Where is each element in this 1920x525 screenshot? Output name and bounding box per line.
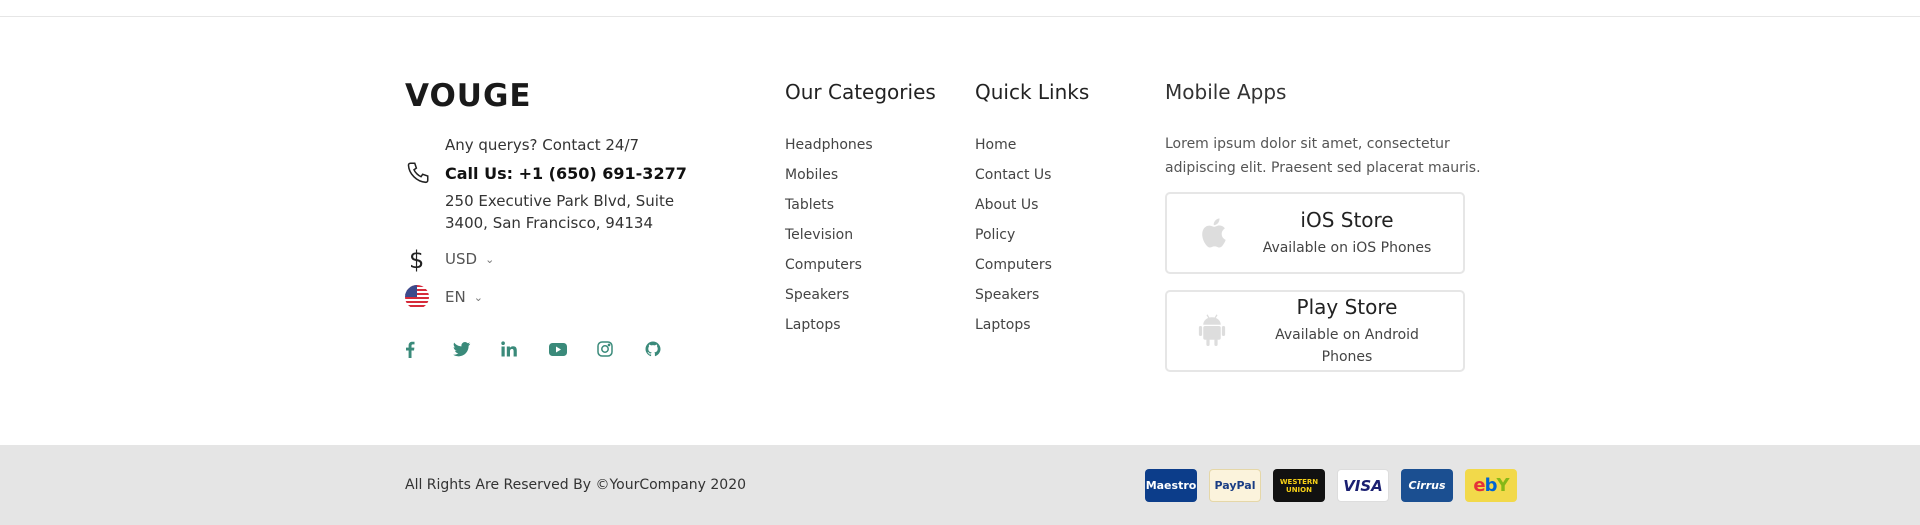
ios-store-button[interactable]: iOS Store Available on iOS Phones xyxy=(1165,192,1465,274)
quick-link[interactable]: About Us xyxy=(975,196,1155,214)
ebay-icon: ebY xyxy=(1465,469,1517,502)
language-selector[interactable]: EN ⌄ xyxy=(405,284,765,310)
play-store-name: Play Store xyxy=(1296,295,1398,319)
svg-text:$: $ xyxy=(409,246,424,272)
phone-icon xyxy=(405,132,445,190)
maestro-icon: Maestro xyxy=(1145,469,1197,502)
linkedin-icon[interactable] xyxy=(501,338,549,360)
github-icon[interactable] xyxy=(645,338,693,360)
dollar-icon: $ xyxy=(405,246,445,272)
quick-link[interactable]: Laptops xyxy=(975,316,1155,334)
mobile-apps-description: Lorem ipsum dolor sit amet, consectetur … xyxy=(1165,136,1481,176)
cirrus-icon: Cirrus xyxy=(1401,469,1453,502)
payment-methods: Maestro PayPal WESTERN UNION VISA Cirrus… xyxy=(1145,469,1529,502)
contact-prompt: Any querys? Contact 24/7 xyxy=(445,136,640,154)
contact-block: Any querys? Contact 24/7 Call Us: +1 (65… xyxy=(405,132,765,234)
ios-store-name: iOS Store xyxy=(1300,208,1394,232)
svg-text:VOUGE: VOUGE xyxy=(405,80,532,110)
currency-selector[interactable]: $ USD ⌄ xyxy=(405,246,765,272)
quick-link[interactable]: Speakers xyxy=(975,286,1155,304)
youtube-icon[interactable] xyxy=(549,338,597,360)
copyright-text: All Rights Are Reserved By ©YourCompany … xyxy=(405,477,747,493)
play-store-button[interactable]: Play Store Available on Android Phones xyxy=(1165,290,1465,372)
visa-icon: VISA xyxy=(1337,469,1389,502)
quick-links-column: Quick Links Home Contact Us About Us Pol… xyxy=(975,80,1155,346)
category-link[interactable]: Speakers xyxy=(785,286,965,304)
contact-address: 250 Executive Park Blvd, Suite 3400, San… xyxy=(445,192,675,232)
chevron-down-icon: ⌄ xyxy=(485,252,495,266)
category-link[interactable]: Television xyxy=(785,226,965,244)
facebook-icon[interactable] xyxy=(405,338,453,360)
top-divider xyxy=(0,16,1920,17)
bottom-bar: All Rights Are Reserved By ©YourCompany … xyxy=(0,445,1920,525)
category-link[interactable]: Headphones xyxy=(785,136,965,154)
category-link[interactable]: Computers xyxy=(785,256,965,274)
android-icon xyxy=(1167,313,1257,349)
play-store-subtitle: Available on Android Phones xyxy=(1275,327,1419,365)
category-link[interactable]: Mobiles xyxy=(785,166,965,184)
categories-title: Our Categories xyxy=(785,80,936,104)
quick-link[interactable]: Contact Us xyxy=(975,166,1155,184)
category-link[interactable]: Laptops xyxy=(785,316,965,334)
western-union-icon: WESTERN UNION xyxy=(1273,469,1325,502)
quick-link[interactable]: Policy xyxy=(975,226,1155,244)
instagram-icon[interactable] xyxy=(597,338,645,360)
quick-link[interactable]: Computers xyxy=(975,256,1155,274)
ios-store-subtitle: Available on iOS Phones xyxy=(1262,240,1432,256)
us-flag-icon xyxy=(405,285,445,309)
chevron-down-icon: ⌄ xyxy=(473,290,483,304)
quick-link[interactable]: Home xyxy=(975,136,1155,154)
contact-phone[interactable]: Call Us: +1 (650) 691-3277 xyxy=(445,162,765,186)
categories-list: Headphones Mobiles Tablets Television Co… xyxy=(785,136,965,334)
category-link[interactable]: Tablets xyxy=(785,196,965,214)
brand-column: VOUGE Any querys? Contact 24/7 Call Us: … xyxy=(405,80,765,360)
apple-icon xyxy=(1167,215,1257,251)
quick-links-title: Quick Links xyxy=(975,80,1090,104)
mobile-apps-column: Mobile Apps Lorem ipsum dolor sit amet, … xyxy=(1165,80,1525,388)
currency-value: USD xyxy=(445,250,478,268)
mobile-apps-title: Mobile Apps xyxy=(1165,80,1287,104)
language-value: EN xyxy=(445,288,466,306)
logo-mark: VOUGE xyxy=(405,80,532,110)
twitter-icon[interactable] xyxy=(453,338,501,360)
vouge-logo[interactable]: VOUGE xyxy=(405,80,765,110)
paypal-icon: PayPal xyxy=(1209,469,1261,502)
quick-links-list: Home Contact Us About Us Policy Computer… xyxy=(975,136,1155,334)
social-links xyxy=(405,338,765,360)
categories-column: Our Categories Headphones Mobiles Tablet… xyxy=(785,80,965,346)
